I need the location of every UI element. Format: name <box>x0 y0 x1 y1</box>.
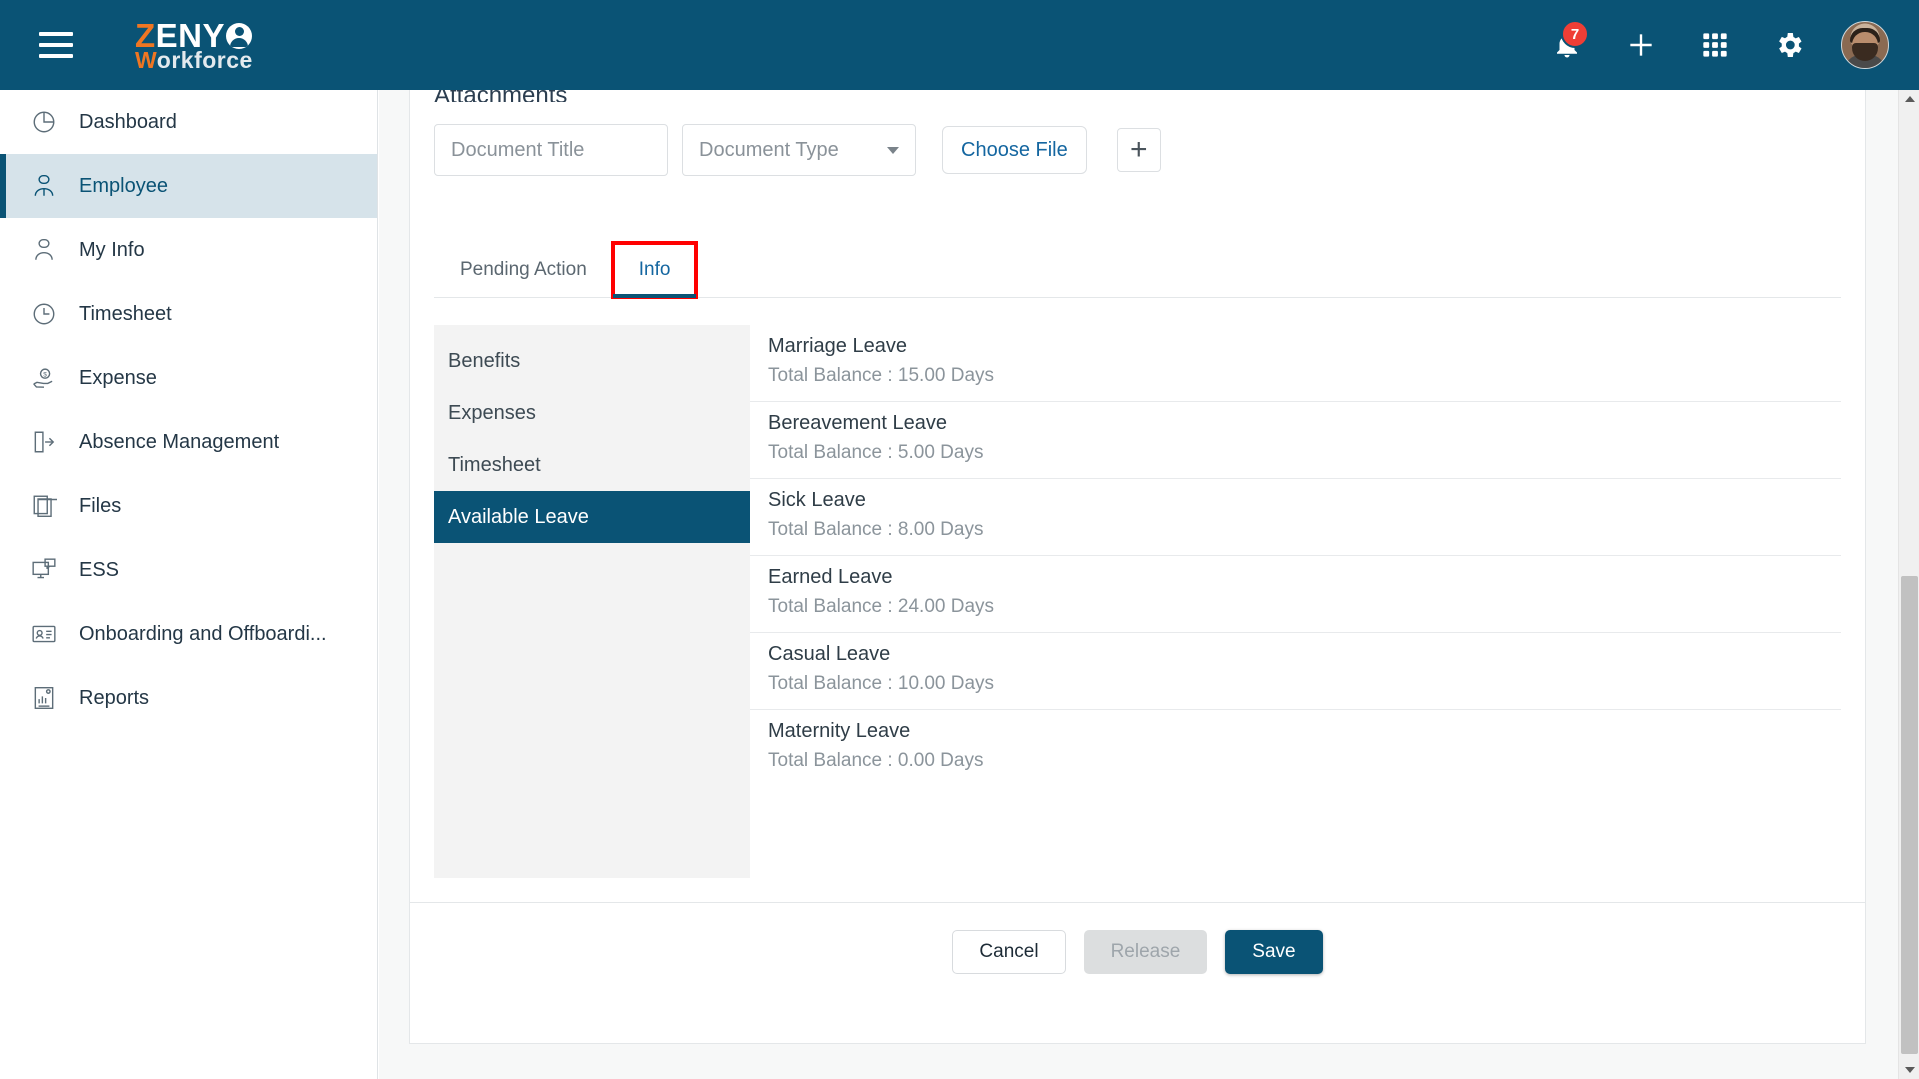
hamburger-menu-icon[interactable] <box>39 32 73 58</box>
detail-tabs: Pending Action Info <box>434 241 1841 299</box>
leave-total-balance: Total Balance : 8.00 Days <box>768 519 984 540</box>
sidebar-item-label: My Info <box>79 238 145 261</box>
attachments-form-row: Document Title Document Type Choose File… <box>410 102 1865 176</box>
avatar[interactable] <box>1841 21 1889 69</box>
notification-badge: 7 <box>1561 20 1589 48</box>
header-actions: 7 <box>1545 20 1889 69</box>
sidebar-item-my-info[interactable]: My Info <box>0 218 377 282</box>
document-type-select[interactable]: Document Type <box>682 124 916 176</box>
monitor-chat-icon <box>29 555 59 585</box>
list-item: Casual Leave Total Balance : 10.00 Days <box>750 633 1841 710</box>
apps-grid-icon[interactable] <box>1693 23 1737 67</box>
sidebar-item-label: Expense <box>79 366 157 389</box>
sidebar-item-label: ESS <box>79 558 120 581</box>
content-gutter <box>1866 90 1898 1079</box>
leave-type-name: Earned Leave <box>768 566 893 588</box>
logo-person-circle-icon <box>226 23 253 49</box>
sidebar-item-reports[interactable]: Reports <box>0 666 377 730</box>
add-attachment-button[interactable]: + <box>1116 128 1161 172</box>
sidebar-item-absence-management[interactable]: Absence Management <box>0 410 377 474</box>
leave-total-balance: Total Balance : 15.00 Days <box>768 365 995 386</box>
leave-total-balance: Total Balance : 5.00 Days <box>768 442 984 463</box>
leave-type-name: Sick Leave <box>768 489 866 511</box>
sidebar-item-label: Files <box>79 494 122 517</box>
leave-type-name: Maternity Leave <box>768 720 911 742</box>
employee-detail-card: Attachments Document Title Document Type… <box>409 90 1866 1044</box>
leave-type-name: Bereavement Leave <box>768 412 948 434</box>
page-scrollbar[interactable] <box>1898 90 1919 1079</box>
leave-total-balance: Total Balance : 0.00 Days <box>768 750 984 771</box>
logo-letter-w: W <box>135 46 157 73</box>
choose-file-button[interactable]: Choose File <box>942 126 1087 174</box>
sidebar-item-files[interactable]: Files <box>0 474 377 538</box>
exit-door-icon <box>29 427 59 457</box>
subnav-item-available-leave[interactable]: Available Leave <box>434 491 750 543</box>
clock-icon <box>29 299 59 329</box>
plus-icon[interactable] <box>1619 23 1663 67</box>
sidebar-item-ess[interactable]: ESS <box>0 538 377 602</box>
sidebar-item-label: Absence Management <box>79 430 280 453</box>
info-subnav: Benefits Expenses Timesheet Available Le… <box>434 325 750 878</box>
sidebar-item-onboarding-offboarding[interactable]: Onboarding and Offboardi... <box>0 602 377 666</box>
sidebar-item-label: Timesheet <box>79 302 172 325</box>
document-type-value: Document Type <box>699 138 839 161</box>
attachments-section-title: Attachments <box>410 90 1865 102</box>
list-item: Sick Leave Total Balance : 8.00 Days <box>750 479 1841 556</box>
app-logo[interactable]: Z ENY Workforce <box>135 19 253 72</box>
leave-type-name: Casual Leave <box>768 643 891 665</box>
bell-icon[interactable]: 7 <box>1545 20 1589 67</box>
person-info-icon <box>29 235 59 265</box>
subnav-item-timesheet[interactable]: Timesheet <box>434 439 750 491</box>
top-header-bar: Z ENY Workforce 7 <box>0 0 1919 90</box>
pie-chart-icon <box>29 107 59 137</box>
sidebar-item-label: Employee <box>79 174 168 197</box>
release-button: Release <box>1083 929 1208 974</box>
save-button[interactable]: Save <box>1225 929 1323 974</box>
sidebar-item-label: Onboarding and Offboardi... <box>79 622 327 645</box>
tab-pending-action[interactable]: Pending Action <box>434 243 613 297</box>
sidebar-item-label: Reports <box>79 686 150 709</box>
available-leave-list: Marriage Leave Total Balance : 15.00 Day… <box>750 325 1841 878</box>
cancel-button[interactable]: Cancel <box>952 929 1066 974</box>
sidebar-item-expense[interactable]: $ Expense <box>0 346 377 410</box>
scroll-up-arrow-icon[interactable] <box>1899 90 1919 108</box>
leave-total-balance: Total Balance : 10.00 Days <box>768 673 995 694</box>
sidebar-item-dashboard[interactable]: Dashboard <box>0 90 377 154</box>
chevron-down-icon <box>887 146 899 154</box>
report-icon <box>29 683 59 713</box>
money-hand-icon: $ <box>29 363 59 393</box>
sidebar-item-employee[interactable]: Employee <box>0 154 377 218</box>
employee-icon <box>29 171 59 201</box>
scrollbar-thumb[interactable] <box>1901 576 1918 1054</box>
sidebar-item-label: Dashboard <box>79 110 177 133</box>
tab-info[interactable]: Info <box>610 241 699 299</box>
list-item: Earned Leave Total Balance : 24.00 Days <box>750 556 1841 633</box>
svg-text:$: $ <box>43 371 47 378</box>
main-content-area: Attachments Document Title Document Type… <box>379 90 1898 1079</box>
logo-text-workforce: orkforce <box>156 46 253 73</box>
info-tab-body: Benefits Expenses Timesheet Available Le… <box>434 325 1841 878</box>
subnav-item-benefits[interactable]: Benefits <box>434 335 750 387</box>
documents-icon <box>29 491 59 521</box>
list-item: Maternity Leave Total Balance : 0.00 Day… <box>750 710 1841 786</box>
scroll-down-arrow-icon[interactable] <box>1899 1061 1919 1079</box>
subnav-item-expenses[interactable]: Expenses <box>434 387 750 439</box>
leave-type-name: Marriage Leave <box>768 335 907 357</box>
document-title-input[interactable]: Document Title <box>434 124 668 176</box>
list-item: Marriage Leave Total Balance : 15.00 Day… <box>750 325 1841 402</box>
id-card-icon <box>29 619 59 649</box>
sidebar-item-timesheet[interactable]: Timesheet <box>0 282 377 346</box>
list-item: Bereavement Leave Total Balance : 5.00 D… <box>750 402 1841 479</box>
card-footer-actions: Cancel Release Save <box>410 902 1865 1000</box>
leave-total-balance: Total Balance : 24.00 Days <box>768 596 995 617</box>
gear-icon[interactable] <box>1767 23 1811 67</box>
sidebar-nav: Dashboard Employee My Info Timesheet $ E… <box>0 90 378 1079</box>
